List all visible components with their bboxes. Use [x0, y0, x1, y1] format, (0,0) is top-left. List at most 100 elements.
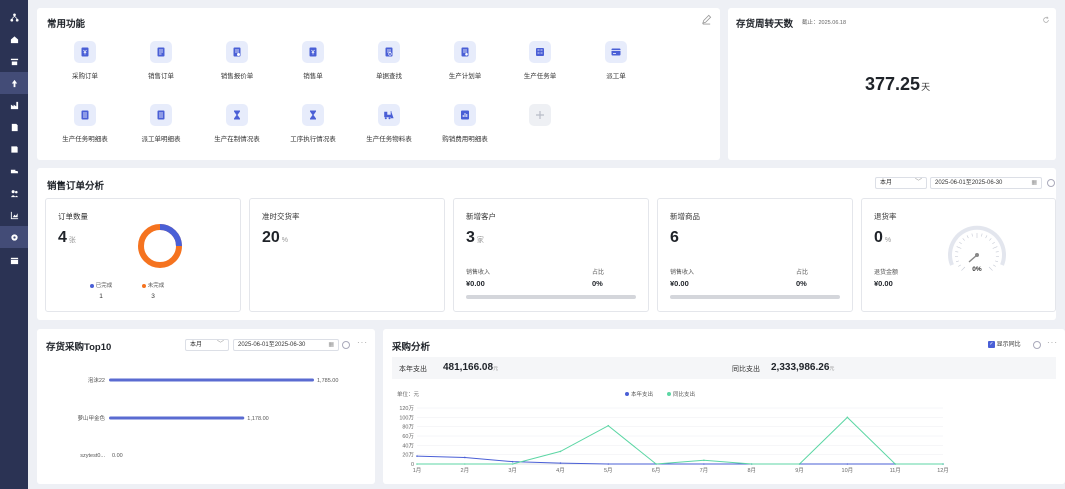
- series-point: [416, 455, 418, 457]
- legend-done-count: 1: [99, 293, 103, 300]
- search-doc-icon: [378, 41, 400, 63]
- top10-value-label: 1,178.00: [247, 416, 268, 422]
- sidebar-item-home[interactable]: [0, 28, 28, 50]
- purchase-more-icon[interactable]: ···: [1047, 338, 1058, 347]
- function-item[interactable]: 派工单明细表: [123, 104, 199, 148]
- gauge-tick: [994, 260, 999, 263]
- top10-bar-chart: 泡沫22 1,785.00 萝山甲金色 1,178.00 szytest0... 0.00: [77, 376, 338, 459]
- on-time-value-box: 20%: [262, 229, 288, 247]
- show-yoy-toggle[interactable]: ✓ 显示同比: [988, 339, 1021, 348]
- function-item[interactable]: 生产任务单: [502, 41, 578, 85]
- sidebar-item-recycle[interactable]: [0, 72, 28, 94]
- function-item[interactable]: 购销费用明细表: [427, 104, 503, 148]
- series-point: [750, 463, 753, 465]
- yoy-spend-label: 同比支出: [732, 366, 760, 373]
- sidebar-item-factory[interactable]: [0, 94, 28, 116]
- order-count-unit: 张: [68, 237, 76, 244]
- function-item[interactable]: 生产任务明细表: [47, 104, 123, 148]
- sales-analysis-title: 销售订单分析: [47, 181, 105, 192]
- top10-refresh-icon[interactable]: [342, 341, 350, 349]
- function-item[interactable]: 销售订单: [123, 41, 199, 85]
- sidebar-item-save[interactable]: [0, 138, 28, 160]
- sidebar-item-calendar[interactable]: [0, 249, 28, 271]
- legend-undone-label: 未完成: [147, 283, 165, 289]
- function-label: 销售单: [303, 73, 323, 80]
- sidebar-item-network[interactable]: [0, 6, 28, 28]
- new-products-revenue: ¥0.00: [670, 279, 689, 288]
- sales-period-select[interactable]: 本月 ﹀: [875, 177, 927, 189]
- series-point: [416, 463, 418, 465]
- sales-date-range[interactable]: 2025-06-01至2025-06-30 ▦: [930, 177, 1042, 189]
- function-label: 生产任务单: [523, 73, 557, 80]
- calendar-icon: ▦: [328, 342, 334, 348]
- gauge-label: 0%: [972, 266, 982, 273]
- add-function-button[interactable]: [502, 104, 578, 148]
- settings-icon: [10, 233, 18, 241]
- list-doc-icon: [74, 104, 96, 126]
- new-products-share: 0%: [796, 279, 807, 288]
- series-line: [417, 416, 943, 465]
- top10-period-select[interactable]: 本月 ﹀: [185, 339, 229, 351]
- sidebar-item-tools[interactable]: [0, 50, 28, 72]
- new-customers-share-label: 占比: [592, 270, 605, 276]
- sidebar-item-settings[interactable]: [0, 226, 28, 248]
- top10-date-range[interactable]: 2025-06-01至2025-06-30 ▦: [233, 339, 339, 351]
- function-label: 购销费用明细表: [442, 136, 488, 143]
- factory-icon: [10, 101, 18, 109]
- function-item[interactable]: 工序执行情况表: [275, 104, 351, 148]
- x-tick-label: 9月: [795, 467, 804, 474]
- top10-card: 存货采购Top10 本月 ﹀ 2025-06-01至2025-06-30 ▦ ···…: [37, 329, 375, 484]
- function-item[interactable]: 单据查找: [351, 41, 427, 85]
- series-point: [894, 463, 896, 465]
- series-point: [703, 459, 705, 462]
- y-tick-label: 20万: [402, 452, 414, 459]
- turnover-value: 377.25: [865, 74, 921, 94]
- return-rate-unit: %: [884, 237, 892, 244]
- chevron-down-icon: ﹀: [915, 179, 922, 186]
- gauge-tick: [966, 235, 969, 239]
- function-label: 生产任务物料表: [366, 136, 412, 143]
- checkbox-checked-icon[interactable]: ✓: [988, 340, 995, 348]
- bar-doc-icon: [454, 104, 476, 126]
- card-icon: [605, 41, 627, 63]
- legend-label: 本年支出: [631, 390, 653, 398]
- gauge-tick: [981, 233, 983, 237]
- sidebar-item-chart[interactable]: [0, 204, 28, 226]
- purchase-refresh-icon[interactable]: [1033, 341, 1041, 349]
- new-products-title: 新增商品: [670, 212, 700, 221]
- order-count-value-box: 4张: [58, 229, 76, 247]
- function-item[interactable]: 采购订单: [47, 41, 123, 85]
- function-label: 工序执行情况表: [290, 136, 336, 143]
- sidebar-item-truck[interactable]: [0, 160, 28, 182]
- chevron-down-icon: ﹀: [217, 341, 224, 348]
- legend-dot: [625, 392, 629, 396]
- document-icon: [11, 123, 18, 131]
- gauge-tick: [985, 235, 988, 239]
- top10-category-label: 泡沫22: [88, 376, 105, 384]
- top10-category-label: szytest0...: [80, 453, 105, 459]
- sidebar-item-people[interactable]: [0, 182, 28, 204]
- order-donut-chart: [138, 224, 182, 268]
- sidebar-item-document[interactable]: [0, 116, 28, 138]
- sales-refresh-icon[interactable]: [1047, 179, 1055, 187]
- function-item[interactable]: 派工单: [578, 41, 654, 85]
- turnover-date: 截止：2025.06.18: [802, 20, 847, 26]
- purchase-line-chart: 单位：元 本年支出 同比支出120万100万80万60万40万20万01月 2月 3月 4…: [397, 390, 949, 474]
- x-tick-label: 12月: [937, 467, 949, 474]
- function-item[interactable]: 销售单: [275, 41, 351, 85]
- refresh-icon[interactable]: [1042, 16, 1050, 24]
- yen-doc-icon: [302, 41, 324, 63]
- function-item[interactable]: 销售报价单: [199, 41, 275, 85]
- top10-more-icon[interactable]: ···: [357, 338, 368, 347]
- function-label: 生产计划单: [448, 73, 482, 80]
- x-tick-label: 8月: [747, 467, 756, 474]
- function-item[interactable]: 生产在制情况表: [199, 104, 275, 148]
- on-time-unit: %: [281, 237, 289, 244]
- function-item[interactable]: 生产任务物料表: [351, 104, 427, 148]
- gauge-ticks: [955, 233, 999, 271]
- function-label: 派工单明细表: [141, 136, 181, 143]
- inventory-turnover-card: 存货周转天数 截止：2025.06.18 377.25天: [728, 8, 1056, 160]
- edit-icon[interactable]: [701, 14, 712, 25]
- new-customers-progress: [466, 295, 636, 299]
- function-item[interactable]: 生产计划单: [427, 41, 503, 85]
